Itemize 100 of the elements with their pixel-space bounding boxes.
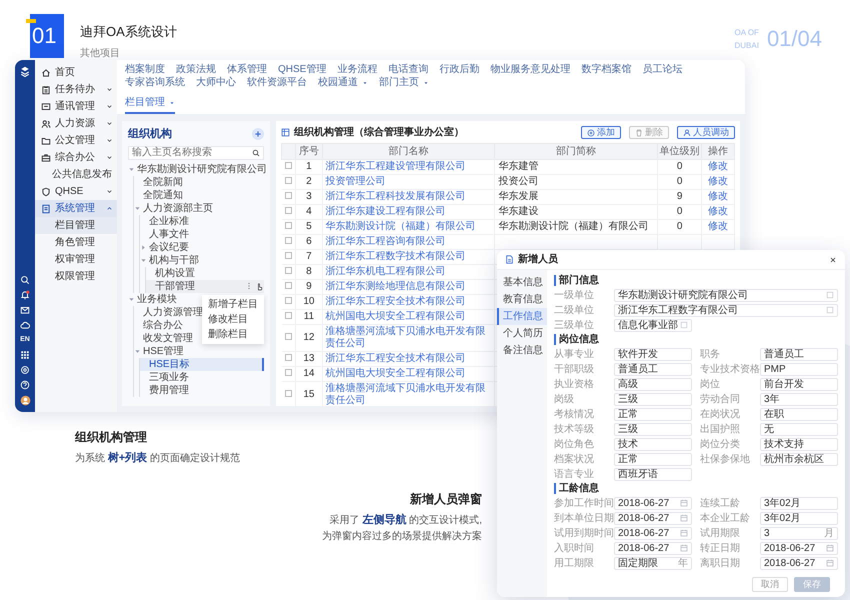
input-field[interactable]: 3年: [760, 392, 838, 406]
input-field[interactable]: 浙江华东工程数字有限公司: [614, 304, 838, 316]
nav-link[interactable]: 政策法规: [176, 63, 216, 76]
mail-icon[interactable]: [20, 304, 30, 314]
tree-item[interactable]: 收发文管理: [134, 332, 195, 344]
search-icon[interactable]: [20, 274, 30, 284]
tree-item[interactable]: HSE目标: [140, 358, 264, 370]
nav-link[interactable]: 专家咨询系统: [125, 76, 185, 89]
sidebar-item[interactable]: 公文管理: [35, 132, 117, 149]
nav-link[interactable]: 数字档案馆: [581, 63, 632, 76]
menu-item[interactable]: 修改栏目: [202, 312, 264, 326]
nav-link[interactable]: 部门主页: [379, 76, 429, 89]
checkbox[interactable]: [284, 354, 292, 361]
company-link[interactable]: 浙江华东机电工程有限公司: [326, 266, 492, 278]
sidebar-item[interactable]: 栏目管理: [35, 217, 117, 234]
company-link[interactable]: 浙江华东工程建设管理有限公司: [326, 161, 492, 173]
input-field[interactable]: 信息化事业部: [614, 318, 692, 332]
tree-item[interactable]: 企业标准: [140, 214, 191, 228]
help-icon[interactable]: [20, 380, 30, 390]
nav-item[interactable]: 备注信息: [497, 342, 547, 359]
input-field[interactable]: 在职: [760, 408, 838, 420]
nav-link[interactable]: 大师中心: [196, 76, 236, 89]
input-field[interactable]: 固定期限 年: [614, 556, 692, 570]
company-link[interactable]: 杭州国电大坝安全工程有限公司: [326, 311, 492, 323]
close-icon[interactable]: [829, 256, 837, 264]
input-field[interactable]: 华东勘测设计研究院有限公司: [614, 288, 838, 302]
company-link[interactable]: 浙江华东建设工程有限公司: [326, 206, 492, 218]
input-field[interactable]: 普通员工: [760, 348, 838, 360]
company-link[interactable]: 投资管理公司: [326, 176, 492, 188]
checkbox[interactable]: [284, 177, 292, 184]
company-link[interactable]: 浙江华东工程科技发展有限公司: [326, 191, 492, 203]
bell-icon[interactable]: [20, 290, 30, 300]
nav-link[interactable]: 档案制度: [125, 63, 165, 76]
nav-link[interactable]: 软件资源平台: [247, 76, 307, 89]
checkbox[interactable]: [284, 267, 292, 274]
input-field[interactable]: 3年02月: [760, 496, 838, 510]
checkbox[interactable]: [284, 312, 292, 319]
checkbox[interactable]: [284, 237, 292, 244]
company-link[interactable]: 浙江华东工程安全技术有限公司: [326, 353, 492, 365]
company-link[interactable]: 浙江华东工程咨询有限公司: [326, 236, 492, 248]
input-field[interactable]: 2018-06-27: [760, 556, 838, 570]
input-field[interactable]: 前台开发: [760, 378, 838, 390]
checkbox[interactable]: [284, 207, 292, 214]
nav-item[interactable]: 个人简历: [497, 325, 547, 342]
tree-item[interactable]: 全院通知: [134, 188, 185, 202]
nav-link[interactable]: 校园通道: [318, 76, 368, 89]
input-field[interactable]: 技术支持: [760, 438, 838, 450]
company-link[interactable]: 浙江华东工程数字技术有限公司: [326, 251, 492, 263]
nav-link[interactable]: 行政后勤: [439, 63, 480, 76]
input-field[interactable]: 技术: [614, 438, 692, 450]
edit-link[interactable]: 修改: [708, 176, 728, 187]
input-field[interactable]: 普通员工: [614, 362, 692, 376]
company-link[interactable]: 杭州国电大坝安全工程有限公司: [326, 368, 492, 380]
tree-item[interactable]: 综合办公: [134, 318, 185, 332]
tree-item[interactable]: 干部管理: [146, 280, 264, 292]
company-link[interactable]: 浙江华东工程安全技术有限公司: [326, 296, 492, 308]
input-field[interactable]: 正常: [614, 408, 692, 420]
input-field[interactable]: 三级: [614, 422, 692, 436]
sidebar-item[interactable]: 权限管理: [35, 268, 117, 285]
input-field[interactable]: 杭州市余杭区: [760, 452, 838, 466]
action-button[interactable]: 人员调动: [677, 126, 735, 139]
tree-item[interactable]: 华东勘测设计研究院有限公司: [128, 162, 269, 176]
sidebar-item[interactable]: 综合办公: [35, 149, 117, 166]
checkbox[interactable]: [284, 222, 292, 229]
checkbox[interactable]: [284, 369, 292, 376]
input-field[interactable]: 2018-06-27: [760, 542, 838, 554]
search-field[interactable]: 输入主页名称搜索: [128, 146, 264, 160]
sidebar-item[interactable]: QHSE: [35, 183, 117, 200]
input-field[interactable]: PMP: [760, 362, 838, 376]
sidebar-item[interactable]: 人力资源: [35, 115, 117, 132]
edit-link[interactable]: 修改: [708, 161, 728, 172]
action-button[interactable]: 添加: [581, 126, 621, 139]
checkbox[interactable]: [284, 192, 292, 199]
tree-item[interactable]: 费用管理: [140, 384, 191, 396]
nav-item[interactable]: 工作信息: [497, 308, 547, 325]
checkbox[interactable]: [284, 297, 292, 304]
input-field[interactable]: 2018-06-27: [614, 496, 692, 510]
sidebar-item[interactable]: 首页: [35, 64, 117, 81]
sidebar-item[interactable]: 权审管理: [35, 251, 117, 268]
input-field[interactable]: 无: [760, 422, 838, 436]
tree-item[interactable]: 会议纪要: [140, 240, 191, 254]
tree-item[interactable]: 三项业务: [140, 370, 191, 384]
input-field[interactable]: 2018-06-27: [614, 542, 692, 554]
sidebar-item[interactable]: 通讯管理: [35, 98, 117, 115]
nav-link[interactable]: 物业服务意见处理: [490, 63, 570, 76]
input-field[interactable]: 三级: [614, 392, 692, 406]
tree-item[interactable]: 人力资源部主页: [134, 202, 215, 214]
nav-item[interactable]: 教育信息: [497, 291, 547, 308]
search-icon[interactable]: [252, 148, 260, 156]
edit-link[interactable]: 修改: [708, 221, 728, 232]
input-field[interactable]: 2018-06-27: [614, 526, 692, 540]
sidebar-item[interactable]: 角色管理: [35, 234, 117, 251]
edit-link[interactable]: 修改: [708, 191, 728, 202]
grid-icon[interactable]: [20, 350, 30, 360]
input-field[interactable]: 正常: [614, 452, 692, 466]
tree-item[interactable]: 人事文件: [140, 228, 191, 240]
input-field[interactable]: 西班牙语: [614, 468, 692, 480]
nav-item[interactable]: 基本信息: [497, 274, 547, 291]
tree-item[interactable]: 人力资源管理: [134, 306, 205, 318]
tree-item[interactable]: HSE管理: [134, 344, 186, 358]
